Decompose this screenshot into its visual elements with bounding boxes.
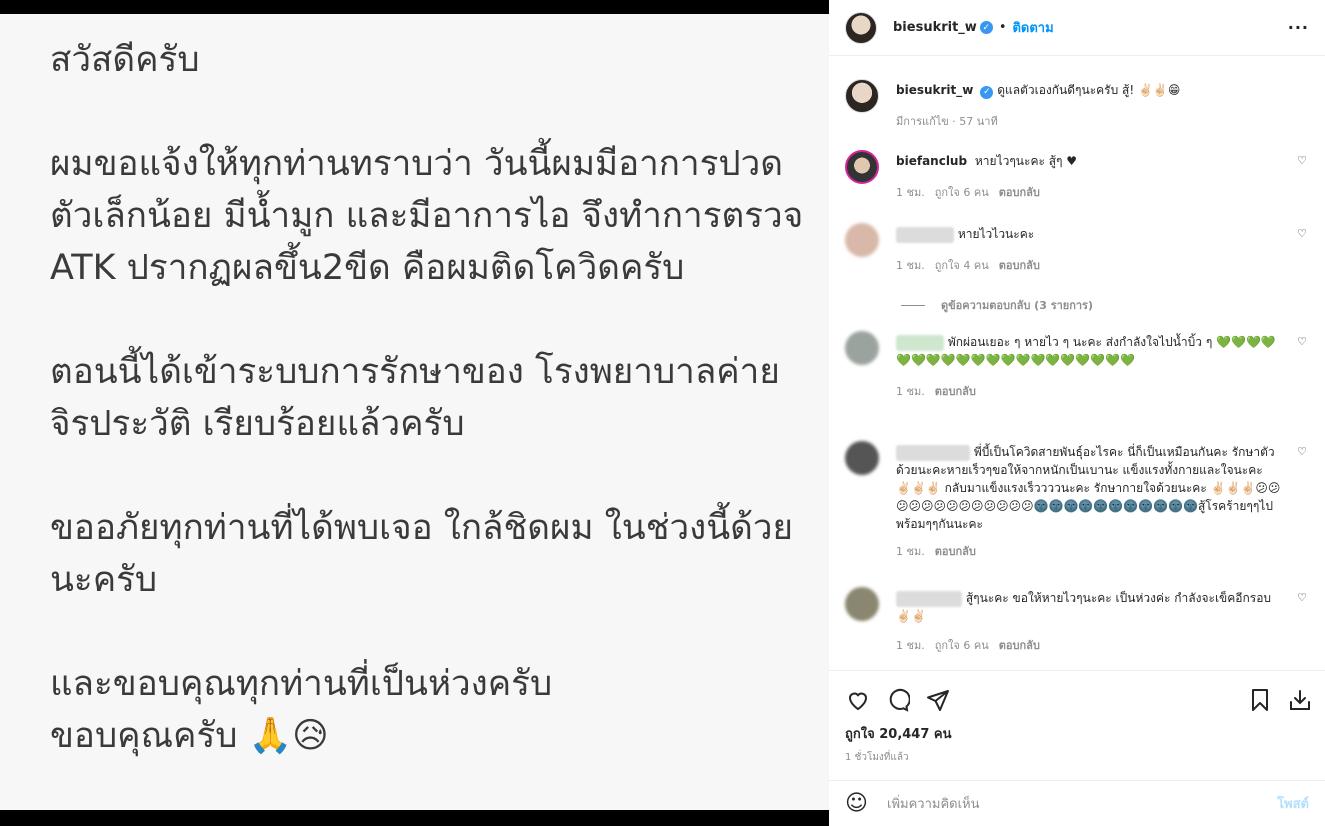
post-image: สวัสดีครับ ผมขอแจ้งให้ทุกท่านทราบว่า วัน… (0, 14, 829, 810)
reply-button[interactable]: ตอบกลับ (935, 385, 976, 398)
post-time: 1 ชั่วโมงที่แล้ว (845, 752, 909, 763)
comment-text: พักผ่อนเยอะ ๆ หายไว ๆ นะคะ ส่งกำลังใจไปน… (896, 335, 1276, 367)
comment-avatar[interactable] (845, 150, 879, 184)
comment-avatar[interactable] (845, 587, 879, 621)
comment-like-icon[interactable]: ♡ (1297, 154, 1307, 167)
post-sidebar: biesukrit_w ✓ • ติดตาม ··· biesukrit_w ✓ … (829, 0, 1325, 826)
comment-meta: 1 ชม. ถูกใจ 4 คน ตอบกลับ (896, 257, 1286, 275)
comment-username-blurred[interactable] (896, 590, 962, 607)
comment-item: พักผ่อนเยอะ ๆ หายไว ๆ นะคะ ส่งกำลังใจไปน… (845, 331, 1315, 401)
image-line: ผมขอแจ้งให้ทุกท่านทราบว่า วันนี้ผมมีอากา… (50, 144, 784, 184)
likes-count[interactable]: ถูกใจ 20,447 คน (829, 719, 1325, 748)
comment-username[interactable]: biefanclub (896, 154, 967, 168)
comment-like-icon[interactable]: ♡ (1297, 445, 1307, 458)
reply-button[interactable]: ตอบกลับ (935, 545, 976, 558)
comment-body: หายไวไวนะคะ 1 ชม. ถูกใจ 4 คน ตอบกลับ (896, 223, 1286, 275)
comment-icon[interactable] (885, 687, 911, 713)
comment-username-blurred[interactable] (896, 334, 944, 351)
image-gap (50, 450, 810, 502)
comment-item: biefanclub หายไวๆนะคะ สู้ๆ ♥ 1 ชม. ถูกใจ … (845, 150, 1315, 202)
separator-dot: • (998, 20, 1007, 35)
comment-avatar[interactable] (845, 331, 879, 365)
author-username[interactable]: biesukrit_w (893, 20, 977, 35)
follow-button[interactable]: ติดตาม (1012, 17, 1053, 38)
comment-text: หายไวๆนะคะ สู้ๆ ♥ (974, 154, 1078, 168)
post-image-text: สวัสดีครับ ผมขอแจ้งให้ทุกท่านทราบว่า วัน… (50, 34, 810, 762)
comment-likes[interactable]: ถูกใจ 4 คน (935, 259, 989, 272)
comment-body: พี่บี้เป็นโควิดสายพันธุ์อะไรคะ นี่ก็เป็น… (896, 441, 1286, 561)
author-avatar[interactable] (845, 11, 877, 44)
comments-list[interactable]: biesukrit_w ✓ ดูแลตัวเองกันดีๆนะครับ สู้!… (829, 57, 1325, 669)
comment-likes[interactable]: ถูกใจ 6 คน (935, 186, 989, 199)
comment-meta: 1 ชม. ตอบกลับ (896, 383, 1286, 401)
caption-meta: มีการแก้ไข · 57 นาที (896, 115, 998, 128)
caption-text: ดูแลตัวเองกันดีๆนะครับ สู้! ✌🏻✌🏻😁 (997, 83, 1181, 97)
post-image-panel: สวัสดีครับ ผมขอแจ้งให้ทุกท่านทราบว่า วัน… (0, 0, 829, 826)
comment-username-blurred[interactable] (896, 444, 970, 461)
verified-badge-icon: ✓ (979, 21, 993, 34)
comment-like-icon[interactable]: ♡ (1297, 335, 1307, 348)
comment-likes[interactable]: ถูกใจ 6 คน (935, 639, 989, 652)
reply-button[interactable]: ตอบกลับ (999, 186, 1040, 199)
view-replies-label[interactable]: ดูข้อความตอบกลับ (3 รายการ) (941, 296, 1093, 314)
image-gap (50, 294, 810, 346)
image-line: และขอบคุณทุกท่านที่เป็นห่วงครับ (50, 664, 553, 704)
comment-item: สู้ๆนะคะ ขอให้หายไวๆนะคะ เป็นห่วงค่ะ กำล… (845, 587, 1315, 655)
comment-like-icon[interactable]: ♡ (1297, 591, 1307, 604)
image-line: ขอบคุณครับ 🙏😥 (50, 716, 329, 756)
action-icons-right (1247, 687, 1313, 713)
comment-text: หายไวไวนะคะ (957, 227, 1035, 241)
replies-line (901, 304, 925, 306)
share-icon[interactable] (925, 687, 951, 713)
image-line: นะครับ (50, 560, 158, 600)
image-gap (50, 606, 810, 658)
comment-composer: ☺ เพิ่มความคิดเห็น โพสต์ (829, 780, 1325, 826)
comment-meta: 1 ชม. ถูกใจ 6 คน ตอบกลับ (896, 637, 1286, 655)
image-line: ATK ปรากฏผลขึ้น2ขีด คือผมติดโควิดครับ (50, 248, 685, 288)
action-icons (829, 671, 1325, 719)
caption-avatar[interactable] (845, 79, 879, 113)
emoji-picker-icon[interactable]: ☺ (845, 791, 873, 816)
post-header: biesukrit_w ✓ • ติดตาม ··· (829, 0, 1325, 56)
image-line: ขออภัยทุกท่านที่ได้พบเจอ ใกล้ชิดผม ในช่ว… (50, 508, 794, 548)
reply-button[interactable]: ตอบกลับ (999, 259, 1040, 272)
image-line: จิรประวัติ เรียบร้อยแล้วครับ (50, 404, 465, 444)
comment-time: 1 ชม. (896, 259, 925, 272)
comment-time: 1 ชม. (896, 186, 925, 199)
caption-body: biesukrit_w ✓ ดูแลตัวเองกันดีๆนะครับ สู้!… (896, 79, 1286, 131)
bookmark-icon[interactable] (1247, 687, 1273, 713)
comment-body: พักผ่อนเยอะ ๆ หายไว ๆ นะคะ ส่งกำลังใจไปน… (896, 331, 1286, 401)
post-actions: ถูกใจ 20,447 คน 1 ชั่วโมงที่แล้ว (829, 670, 1325, 780)
comment-time: 1 ชม. (896, 545, 925, 558)
image-line: ตอนนี้ได้เข้าระบบการรักษาของ โรงพยาบาลค่… (50, 352, 780, 392)
comment-avatar[interactable] (845, 223, 879, 257)
comment-body: สู้ๆนะคะ ขอให้หายไวๆนะคะ เป็นห่วงค่ะ กำล… (896, 587, 1286, 655)
comment-input[interactable]: เพิ่มความคิดเห็น (887, 793, 1277, 814)
verified-badge-icon: ✓ (980, 85, 994, 99)
caption: biesukrit_w ✓ ดูแลตัวเองกันดีๆนะครับ สู้!… (845, 79, 1315, 131)
image-gap (50, 86, 810, 138)
more-options-icon[interactable]: ··· (1288, 18, 1309, 37)
reply-button[interactable]: ตอบกลับ (999, 639, 1040, 652)
caption-username[interactable]: biesukrit_w (896, 83, 973, 97)
comment-body: biefanclub หายไวๆนะคะ สู้ๆ ♥ 1 ชม. ถูกใจ … (896, 150, 1286, 202)
comment-meta: 1 ชม. ถูกใจ 6 คน ตอบกลับ (896, 184, 1286, 202)
comment-item: หายไวไวนะคะ 1 ชม. ถูกใจ 4 คน ตอบกลับ ♡ (845, 223, 1315, 275)
like-icon[interactable] (845, 687, 871, 713)
comment-time: 1 ชม. (896, 639, 925, 652)
comment-like-icon[interactable]: ♡ (1297, 227, 1307, 240)
post-comment-button[interactable]: โพสต์ (1277, 793, 1309, 814)
comment-time: 1 ชม. (896, 385, 925, 398)
comment-meta: 1 ชม. ตอบกลับ (896, 543, 1286, 561)
image-line: สวัสดีครับ (50, 40, 200, 80)
view-replies-button[interactable]: ดูข้อความตอบกลับ (3 รายการ) (901, 296, 1093, 314)
image-line: ตัวเล็กน้อย มีน้ำมูก และมีอาการไอ จึงทำก… (50, 196, 804, 236)
comment-item: พี่บี้เป็นโควิดสายพันธุ์อะไรคะ นี่ก็เป็น… (845, 441, 1315, 561)
comment-avatar[interactable] (845, 441, 879, 475)
download-icon[interactable] (1287, 687, 1313, 713)
comment-username-blurred[interactable] (896, 226, 954, 243)
